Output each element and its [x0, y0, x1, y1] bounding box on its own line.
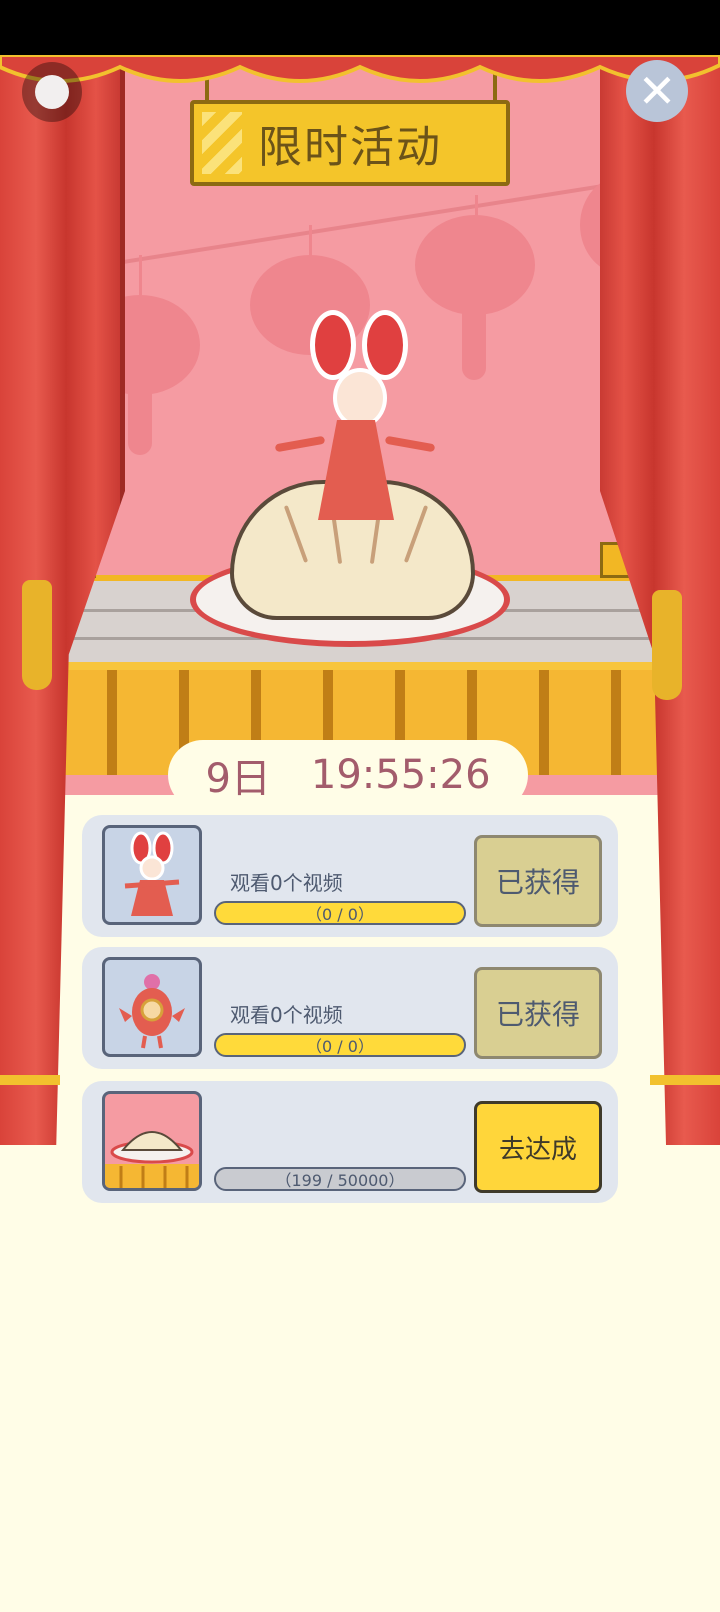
- task-card: 观看0个视频 （0 / 0） 已获得: [82, 947, 618, 1069]
- page-title: 限时活动: [258, 122, 442, 173]
- curtain-hem: [650, 1075, 720, 1085]
- sign-stripe-decor: [202, 112, 242, 174]
- task-label: 观看0个视频: [230, 871, 343, 895]
- go-achieve-button[interactable]: 去达成: [474, 1101, 602, 1193]
- rabbit-girl-costume-icon: [102, 825, 202, 925]
- menu-dot-icon: [35, 75, 69, 109]
- task-progress-text: （199 / 50000）: [275, 1171, 405, 1190]
- valance-svg: [0, 53, 720, 83]
- task-card: 观看0个视频 （0 / 0） 已获得: [82, 815, 618, 937]
- curtain-tassel: [22, 580, 52, 690]
- task-progress-bar: （199 / 50000）: [214, 1167, 466, 1191]
- event-title-sign: 限时活动: [190, 100, 510, 186]
- reward-thumb-svg: [105, 1131, 199, 1188]
- rabbit-costume-character[interactable]: [274, 310, 436, 520]
- status-bar: [0, 0, 720, 55]
- task-progress-bar: （0 / 0）: [214, 901, 466, 925]
- lantern-tassel: [128, 385, 152, 455]
- task-progress-text: （0 / 0）: [306, 1037, 374, 1056]
- dumpling-stage-icon: [102, 1091, 202, 1191]
- claimed-button[interactable]: 已获得: [474, 835, 602, 927]
- task-label: 观看0个视频: [230, 1003, 343, 1027]
- character-face: [333, 368, 387, 428]
- curtain-tassel: [652, 590, 682, 700]
- reward-thumb-svg: [124, 831, 180, 916]
- curtain-valance: [0, 53, 720, 95]
- task-progress-text: （0 / 0）: [306, 905, 374, 924]
- character-dress: [318, 420, 394, 520]
- countdown-days: 9日: [205, 756, 271, 802]
- curtain-hem: [0, 1075, 60, 1085]
- reward-thumb-svg: [119, 974, 185, 1049]
- lantern-decor: [415, 215, 535, 315]
- countdown-time: 19:55:26: [310, 752, 491, 798]
- close-button[interactable]: ✕: [626, 60, 688, 122]
- lantern-tassel: [462, 310, 486, 380]
- countdown-timer: 9日 19:55:26: [168, 740, 528, 810]
- close-icon: ✕: [637, 64, 677, 118]
- claimed-button[interactable]: 已获得: [474, 967, 602, 1059]
- task-progress-bar: （0 / 0）: [214, 1033, 466, 1057]
- lantern-string: [139, 255, 142, 295]
- task-card: （199 / 50000） 去达成: [82, 1081, 618, 1203]
- koi-fish-costume-icon: [102, 957, 202, 1057]
- menu-button[interactable]: [22, 62, 82, 122]
